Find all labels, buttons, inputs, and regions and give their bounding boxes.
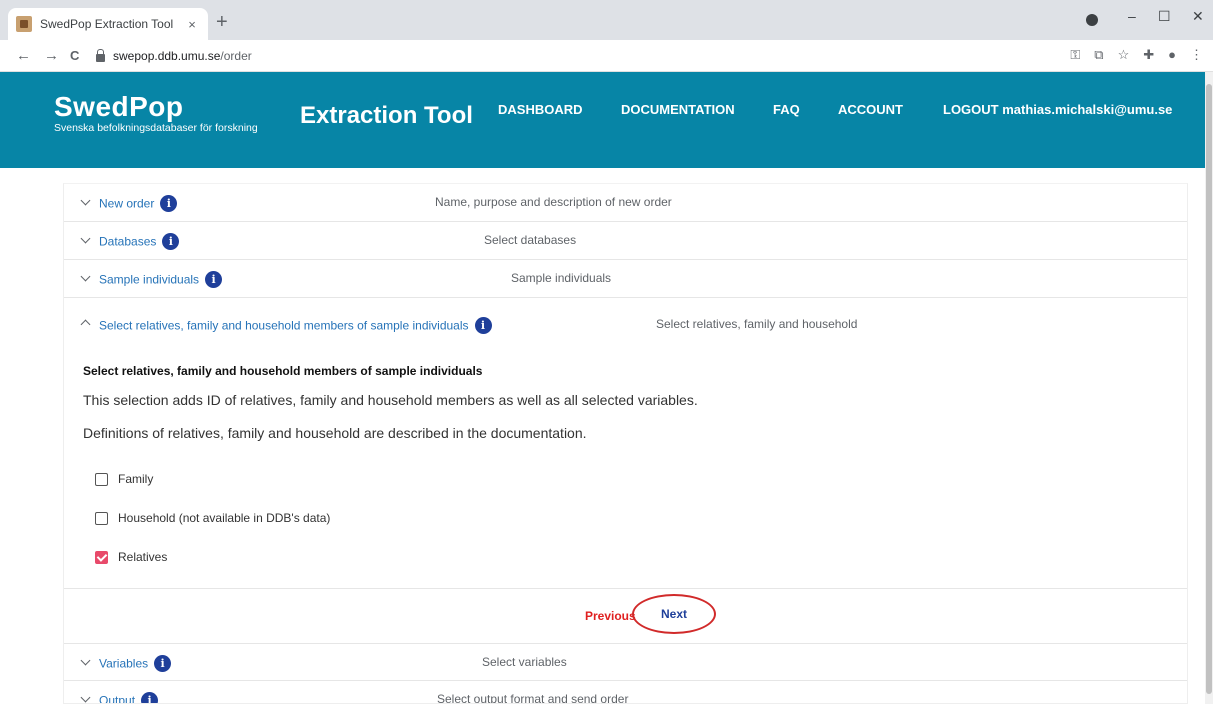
brand-subtitle: Svenska befolkningsdatabaser för forskni… (54, 122, 258, 134)
nav-account[interactable]: ACCOUNT (838, 102, 903, 117)
panel-description: Select output format and send order (437, 692, 629, 704)
panel-title: Output (99, 693, 136, 704)
panel-description: Select databases (484, 233, 577, 247)
maximize-button[interactable]: ☐ (1158, 8, 1171, 25)
info-icon[interactable]: i (154, 655, 172, 672)
info-icon[interactable]: i (205, 271, 223, 288)
panel-description: Select variables (482, 655, 567, 669)
info-icon[interactable]: i (160, 195, 178, 212)
page-title: Extraction Tool (300, 102, 473, 129)
nav-dashboard[interactable]: DASHBOARD (498, 102, 583, 117)
page-scrollbar[interactable] (1205, 72, 1213, 704)
panel-description: Sample individuals (511, 271, 612, 285)
chevron-down-icon (80, 692, 91, 703)
brand-logo[interactable]: SwedPop Svenska befolkningsdatabaser för… (54, 91, 258, 135)
panel-description: Select relatives, family and household (656, 317, 858, 331)
extensions-icon[interactable]: ✚ (1143, 47, 1154, 63)
checkbox-label: Relatives (118, 550, 168, 564)
panel-variables[interactable]: Variables i Select variables (64, 643, 1187, 681)
star-icon[interactable]: ☆ (1118, 47, 1130, 63)
profile-icon[interactable]: ● (1168, 47, 1176, 63)
lock-icon (96, 49, 105, 62)
chevron-down-icon (80, 195, 91, 206)
url-input[interactable]: swepop.ddb.umu.se/order (96, 44, 1036, 68)
next-button[interactable]: Next (632, 594, 716, 634)
documentation-note: Definitions of relatives, family and hou… (83, 425, 587, 441)
info-icon[interactable]: i (162, 233, 180, 250)
chevron-down-icon (80, 233, 91, 244)
site-header: SwedPop Svenska befolkningsdatabaser för… (0, 72, 1205, 168)
panel-output[interactable]: Output i Select output format and send or… (64, 681, 1187, 704)
browser-profile-icon[interactable] (1086, 14, 1098, 26)
tab-close-icon[interactable]: × (184, 17, 200, 32)
key-icon[interactable]: ⚿ (1070, 47, 1080, 63)
panel-title: New order (99, 196, 155, 211)
household-checkbox[interactable] (95, 511, 108, 525)
reload-button[interactable]: C (70, 48, 79, 63)
browser-tab[interactable]: SwedPop Extraction Tool × (8, 8, 208, 40)
minimize-button[interactable]: – (1128, 8, 1136, 24)
panel-sample-individuals[interactable]: Sample individuals i Sample individuals (64, 260, 1187, 298)
panel-databases[interactable]: Databases i Select databases (64, 222, 1187, 260)
translate-icon[interactable]: ⧉ (1094, 47, 1103, 63)
chevron-up-icon (80, 319, 91, 330)
new-tab-button[interactable]: + (216, 12, 228, 32)
checkbox-label: Family (118, 472, 154, 486)
panel-title: Select relatives, family and household m… (99, 318, 469, 333)
browser-tab-bar: SwedPop Extraction Tool × + – ☐ ✕ (0, 0, 1213, 40)
panel-title: Variables (99, 656, 149, 671)
previous-button[interactable]: Previous (585, 609, 636, 623)
site-favicon-icon (16, 16, 32, 32)
url-host: swepop.ddb.umu.se (113, 49, 221, 63)
panel-relatives-header[interactable]: Select relatives, family and household m… (64, 305, 1187, 347)
forward-button[interactable]: → (44, 47, 59, 64)
close-window-button[interactable]: ✕ (1192, 8, 1204, 25)
back-button[interactable]: ← (16, 47, 31, 64)
chevron-down-icon (80, 655, 91, 666)
order-accordion: New order i Name, purpose and description… (63, 183, 1188, 704)
relatives-checkbox-row[interactable]: Relatives (95, 550, 167, 564)
menu-icon[interactable]: ⋮ (1190, 47, 1203, 63)
description-text: This selection adds ID of relatives, fam… (83, 392, 698, 408)
nav-faq[interactable]: FAQ (773, 102, 800, 117)
nav-logout[interactable]: LOGOUT mathias.michalski@umu.se (943, 102, 1172, 117)
address-bar: ← → C swepop.ddb.umu.se/order ⚿ ⧉ ☆ ✚ ● … (0, 40, 1213, 72)
panel-new-order[interactable]: New order i Name, purpose and description… (64, 184, 1187, 222)
chevron-down-icon (80, 271, 91, 282)
brand-name: SwedPop (54, 91, 184, 122)
scrollbar-thumb[interactable] (1206, 84, 1212, 694)
nav-documentation[interactable]: DOCUMENTATION (621, 102, 735, 117)
info-icon[interactable]: i (141, 692, 159, 703)
relatives-checkbox[interactable] (95, 550, 108, 564)
panel-title: Sample individuals (99, 272, 200, 287)
panel-description: Name, purpose and description of new ord… (435, 195, 672, 209)
url-path: /order (220, 49, 252, 63)
panel-title: Databases (99, 234, 157, 249)
section-heading: Select relatives, family and household m… (83, 364, 483, 378)
divider (64, 588, 1187, 589)
info-icon[interactable]: i (474, 317, 492, 334)
family-checkbox-row[interactable]: Family (95, 472, 153, 486)
checkbox-label: Household (not available in DDB's data) (118, 511, 331, 525)
family-checkbox[interactable] (95, 472, 108, 486)
tab-title: SwedPop Extraction Tool (40, 17, 174, 31)
panel-relatives-expanded: Select relatives, family and household m… (64, 305, 1187, 645)
household-checkbox-row[interactable]: Household (not available in DDB's data) (95, 511, 330, 525)
